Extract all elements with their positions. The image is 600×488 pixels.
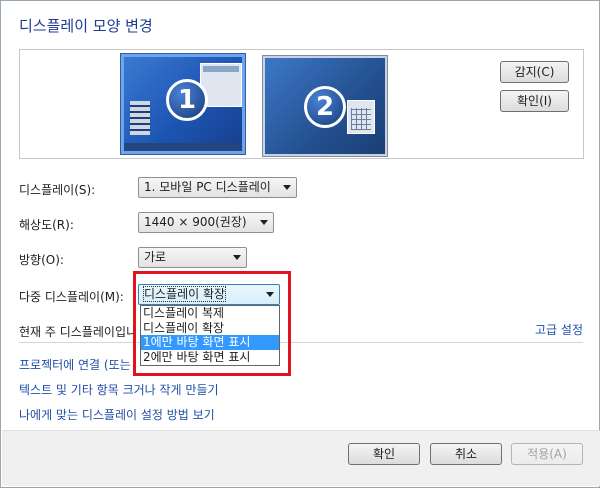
dialog-footer: 확인 취소 적용(A) <box>2 430 600 486</box>
cancel-button[interactable]: 취소 <box>430 443 502 465</box>
display-select-value: 1. 모바일 PC 디스플레이 <box>144 180 271 194</box>
identify-button[interactable]: 확인(I) <box>500 90 569 112</box>
main-display-text: 현재 주 디스플레이입니 <box>19 325 138 339</box>
page-title: 디스플레이 모양 변경 <box>19 17 153 35</box>
divider <box>19 342 583 343</box>
detect-button[interactable]: 감지(C) <box>500 61 569 83</box>
resolution-label: 해상도(R): <box>19 218 74 232</box>
mini-sidebar-icon <box>130 101 150 135</box>
display-select[interactable]: 1. 모바일 PC 디스플레이 <box>138 177 297 198</box>
resolution-select-value: 1440 × 900(권장) <box>144 215 247 229</box>
chevron-down-icon <box>260 220 268 225</box>
monitor-1[interactable]: 1 <box>121 54 245 154</box>
projector-link[interactable]: 프로젝터에 연결 (또는 <box>19 356 139 373</box>
apply-button[interactable]: 적용(A) <box>511 443 583 465</box>
resolution-select[interactable]: 1440 × 900(권장) <box>138 212 274 233</box>
monitor-number-badge: 1 <box>166 79 208 121</box>
chevron-down-icon <box>233 255 241 260</box>
chevron-down-icon <box>283 185 291 190</box>
display-label: 디스플레이(S): <box>19 183 96 197</box>
monitor-arrangement-area[interactable]: 1 2 감지(C) 확인(I) <box>19 49 584 159</box>
calendar-grid-icon <box>351 108 371 130</box>
display-settings-window: 디스플레이 모양 변경 1 2 감지(C) 확인(I) 디스플레이(S): 1.… <box>0 0 600 488</box>
multiple-display-label: 다중 디스플레이(M): <box>19 290 124 304</box>
orientation-select-value: 가로 <box>144 250 167 264</box>
monitor-number-badge: 2 <box>304 86 346 128</box>
advanced-settings-link[interactable]: 고급 설정 <box>535 321 583 338</box>
display-help-link[interactable]: 나에게 맞는 디스플레이 설정 방법 보기 <box>19 406 215 423</box>
mini-taskbar <box>124 143 242 151</box>
orientation-label: 방향(O): <box>19 253 64 267</box>
text-size-link[interactable]: 텍스트 및 기타 항목 크거나 작게 만들기 <box>19 381 219 398</box>
orientation-select[interactable]: 가로 <box>138 247 247 268</box>
monitor-2[interactable]: 2 <box>263 56 387 156</box>
annotation-highlight-box <box>133 271 291 376</box>
ok-button[interactable]: 확인 <box>348 443 420 465</box>
